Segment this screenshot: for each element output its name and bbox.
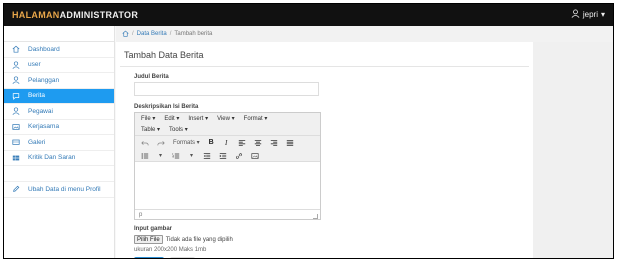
italic-button[interactable]: I [223,138,230,147]
sidebar-item-label: user [28,61,41,69]
sidebar-item-ubah-profil[interactable]: Ubah Data di menu Profil [4,182,114,198]
table-icon [12,154,24,162]
image-icon[interactable] [251,151,259,160]
page-title: Tambah Data Berita [124,50,204,60]
breadcrumb: / Data Berita / Tambah berita [116,26,613,42]
resize-handle[interactable] [313,214,318,219]
menu-table[interactable]: Table ▾ [141,126,160,133]
breadcrumb-separator: / [132,31,134,37]
sidebar-spacer [4,26,114,42]
app-window: HALAMANADMINISTRATOR jepri ▾ Dashboard u… [3,3,614,259]
sidebar-item-label: Galeri [28,138,46,146]
file-hint: ukuran 200x200 Maks 1mb [134,247,207,253]
indent-icon[interactable] [219,151,227,160]
sidebar-item-kerjasama[interactable]: Kerjasama [4,120,114,135]
redo-icon[interactable] [157,138,165,147]
brand-part-2: ADMINISTRATOR [59,10,139,20]
bold-button[interactable]: B [208,138,215,147]
editor-menu-row: File ▾ Edit ▾ Insert ▾ View ▾ Format ▾ [135,113,320,124]
user-dropdown[interactable]: jepri ▾ [571,9,605,20]
bullet-list-icon[interactable] [141,151,149,160]
numbered-list-icon[interactable] [172,151,180,160]
sidebar-item-label: Kerjasama [28,123,60,131]
pencil-icon [12,185,24,193]
editor-toolbar-row: Formats ▾ B I [135,136,320,149]
sidebar: Dashboard user Pelanggan Berita Pegawai … [4,26,115,258]
sidebar-item-label: Kritik Dan Saran [28,154,76,162]
sidebar-item-pegawai[interactable]: Pegawai [4,104,114,120]
sidebar-item-label: Berita [28,92,45,100]
file-input: Pilih File Tidak ada file yang dipilih [134,235,233,244]
choose-file-button[interactable]: Pilih File [134,235,163,244]
chevron-down-icon: ▾ [600,10,605,19]
sidebar-spacer [4,166,114,182]
chevron-down-icon[interactable]: ▾ [157,151,164,160]
menu-edit[interactable]: Edit ▾ [164,115,179,122]
sidebar-item-berita[interactable]: Berita [4,88,114,104]
gambar-label: Input gambar [134,226,173,232]
menu-view[interactable]: View ▾ [217,115,235,122]
editor-statusbar: p [135,209,320,220]
user-icon [12,107,24,116]
brand-part-1: HALAMAN [12,10,60,20]
editor-menu-row: Table ▾ Tools ▾ [135,124,320,135]
align-center-icon[interactable] [254,138,262,147]
user-name: jepri [582,10,598,19]
undo-icon[interactable] [141,138,149,147]
reset-button[interactable] [170,257,195,258]
menu-tools[interactable]: Tools ▾ [169,126,188,133]
breadcrumb-separator: / [169,31,172,37]
gallery-icon [12,138,24,146]
editor-toolbar-row: ▾ ▾ [135,149,320,162]
sidebar-item-pelanggan[interactable]: Pelanggan [4,73,114,89]
outdent-icon[interactable] [203,151,211,160]
home-icon[interactable] [122,30,129,39]
menu-file[interactable]: File ▾ [141,115,155,122]
judul-label: Judul Berita [134,74,169,80]
menu-format[interactable]: Format ▾ [244,115,268,122]
align-justify-icon[interactable] [286,138,294,147]
sidebar-item-dashboard[interactable]: Dashboard [4,42,114,58]
content-background [533,42,613,258]
sidebar-item-label: Pelanggan [28,76,60,84]
sidebar-item-label: Ubah Data di menu Profil [28,185,101,193]
sidebar-item-user[interactable]: user [4,58,114,73]
comment-icon [12,92,24,100]
deskripsi-label: Deskripsikan Isi Berita [134,104,199,110]
breadcrumb-item-current: Tambah berita [174,31,213,37]
editor-toolbar: Formats ▾ B I ▾ ▾ [135,136,320,162]
formats-dropdown[interactable]: Formats ▾ [173,138,200,147]
submit-button[interactable] [134,257,164,258]
element-path: p [139,212,143,218]
home-icon [12,45,24,53]
sidebar-item-label: Pegawai [28,107,53,115]
divider [120,66,529,67]
brand-logo[interactable]: HALAMANADMINISTRATOR [12,10,138,20]
sidebar-item-kritik-saran[interactable]: Kritik Dan Saran [4,151,114,166]
rich-text-editor: File ▾ Edit ▾ Insert ▾ View ▾ Format ▾ T… [134,112,321,220]
editor-content-area[interactable] [135,162,320,209]
align-right-icon[interactable] [270,138,278,147]
form-panel: Tambah Data Berita Judul Berita Deskrips… [116,42,533,258]
menu-insert[interactable]: Insert ▾ [188,115,208,122]
sidebar-item-galeri[interactable]: Galeri [4,135,114,151]
file-status: Tidak ada file yang dipilih [165,236,233,243]
judul-input[interactable] [134,82,319,96]
chevron-down-icon[interactable]: ▾ [188,151,195,160]
link-icon[interactable] [235,151,243,160]
picture-icon [12,123,24,131]
sidebar-item-label: Dashboard [28,45,60,53]
user-icon [571,9,580,20]
editor-menubar: File ▾ Edit ▾ Insert ▾ View ▾ Format ▾ T… [135,113,320,136]
align-left-icon[interactable] [238,138,246,147]
user-icon [12,61,24,69]
top-navbar: HALAMANADMINISTRATOR jepri ▾ [4,4,613,26]
breadcrumb-item-data-berita[interactable]: Data Berita [137,31,167,37]
user-icon [12,76,24,85]
